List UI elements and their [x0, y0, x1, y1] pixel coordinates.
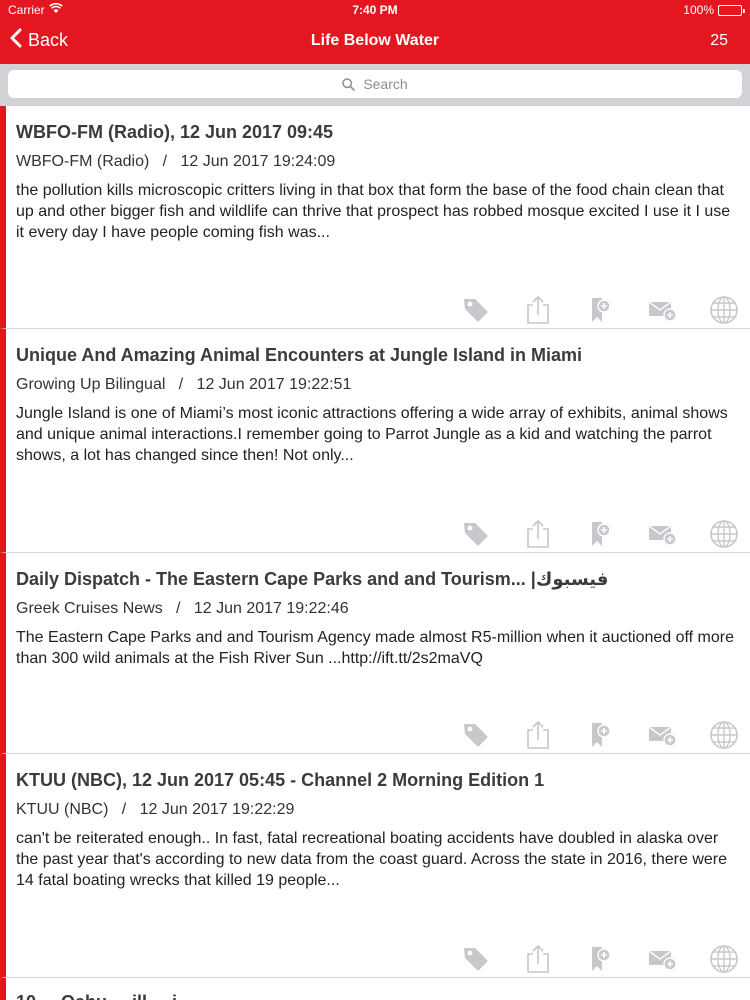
navigation-bar: Back Life Below Water 25 — [0, 20, 750, 64]
mail-add-icon[interactable] — [646, 294, 678, 326]
article-title[interactable]: KTUU (NBC), 12 Jun 2017 05:45 - Channel … — [16, 768, 740, 792]
article-title[interactable]: Daily Dispatch - The Eastern Cape Parks … — [16, 567, 740, 591]
battery-percent: 100% — [683, 3, 714, 17]
article-date: 12 Jun 2017 19:22:51 — [196, 376, 352, 393]
status-time: 7:40 PM — [352, 3, 398, 17]
meta-separator: / — [167, 600, 190, 617]
article-snippet: the pollution kills microscopic critters… — [16, 182, 731, 241]
globe-icon[interactable] — [708, 294, 740, 326]
globe-icon[interactable] — [708, 719, 740, 751]
meta-separator: / — [112, 801, 136, 818]
mail-add-icon[interactable] — [646, 719, 678, 751]
article-snippet: The Eastern Cape Parks and and Tourism A… — [16, 629, 734, 667]
article-card[interactable]: Unique And Amazing Animal Encounters at … — [0, 329, 750, 553]
status-right: 100% — [683, 3, 745, 17]
search-placeholder: Search — [363, 76, 408, 92]
article-actions — [460, 719, 740, 751]
article-date: 12 Jun 2017 19:22:46 — [193, 600, 349, 617]
article-source: WBFO-FM (Radio) — [16, 153, 150, 170]
share-icon[interactable] — [522, 294, 554, 326]
meta-separator: / — [153, 153, 177, 170]
share-icon[interactable] — [522, 943, 554, 975]
article-card[interactable]: WBFO-FM (Radio), 12 Jun 2017 09:45 WBFO-… — [0, 106, 750, 329]
article-meta: KTUU (NBC) / 12 Jun 2017 19:22:29 — [16, 800, 740, 820]
article-title[interactable]: Unique And Amazing Animal Encounters at … — [16, 343, 740, 367]
article-actions — [460, 518, 740, 550]
status-bar: Carrier 7:40 PM 100% — [0, 0, 750, 20]
article-meta: WBFO-FM (Radio) / 12 Jun 2017 19:24:09 — [16, 152, 740, 172]
article-title[interactable]: WBFO-FM (Radio), 12 Jun 2017 09:45 — [16, 120, 740, 144]
article-meta: Greek Cruises News / 12 Jun 2017 19:22:4… — [16, 599, 740, 619]
app-header: Carrier 7:40 PM 100% Back Life Below Wat… — [0, 0, 750, 64]
article-card[interactable]: Daily Dispatch - The Eastern Cape Parks … — [0, 553, 750, 754]
article-meta: Growing Up Bilingual / 12 Jun 2017 19:22… — [16, 375, 740, 395]
article-list: WBFO-FM (Radio), 12 Jun 2017 09:45 WBFO-… — [0, 106, 750, 1000]
article-actions — [460, 943, 740, 975]
bookmark-add-icon[interactable] — [584, 518, 616, 550]
bookmark-add-icon[interactable] — [584, 943, 616, 975]
next-article-title-peek[interactable]: 10 ... Oahu ... ill ... i — [0, 978, 750, 1000]
article-card[interactable]: KTUU (NBC), 12 Jun 2017 05:45 - Channel … — [0, 754, 750, 978]
article-snippet: Jungle Island is one of Miami’s most ico… — [16, 405, 728, 464]
article-count: 25 — [710, 32, 728, 49]
article-source: Growing Up Bilingual — [16, 376, 166, 393]
article-date: 12 Jun 2017 19:24:09 — [180, 153, 336, 170]
bookmark-add-icon[interactable] — [584, 719, 616, 751]
tag-icon[interactable] — [460, 943, 492, 975]
globe-icon[interactable] — [708, 943, 740, 975]
article-snippet: can't be reiterated enough.. In fast, fa… — [16, 830, 728, 889]
article-date: 12 Jun 2017 19:22:29 — [139, 801, 295, 818]
article-source: Greek Cruises News — [16, 600, 163, 617]
globe-icon[interactable] — [708, 518, 740, 550]
search-input[interactable]: Search — [8, 70, 742, 98]
search-icon — [342, 77, 356, 91]
battery-icon — [718, 4, 745, 16]
share-icon[interactable] — [522, 518, 554, 550]
tag-icon[interactable] — [460, 719, 492, 751]
tag-icon[interactable] — [460, 294, 492, 326]
meta-separator: / — [169, 376, 193, 393]
article-source: KTUU (NBC) — [16, 801, 109, 818]
search-bar-container: Search — [0, 64, 750, 106]
bookmark-add-icon[interactable] — [584, 294, 616, 326]
tag-icon[interactable] — [460, 518, 492, 550]
mail-add-icon[interactable] — [646, 943, 678, 975]
share-icon[interactable] — [522, 719, 554, 751]
article-actions — [460, 294, 740, 326]
mail-add-icon[interactable] — [646, 518, 678, 550]
page-title: Life Below Water — [310, 32, 440, 49]
